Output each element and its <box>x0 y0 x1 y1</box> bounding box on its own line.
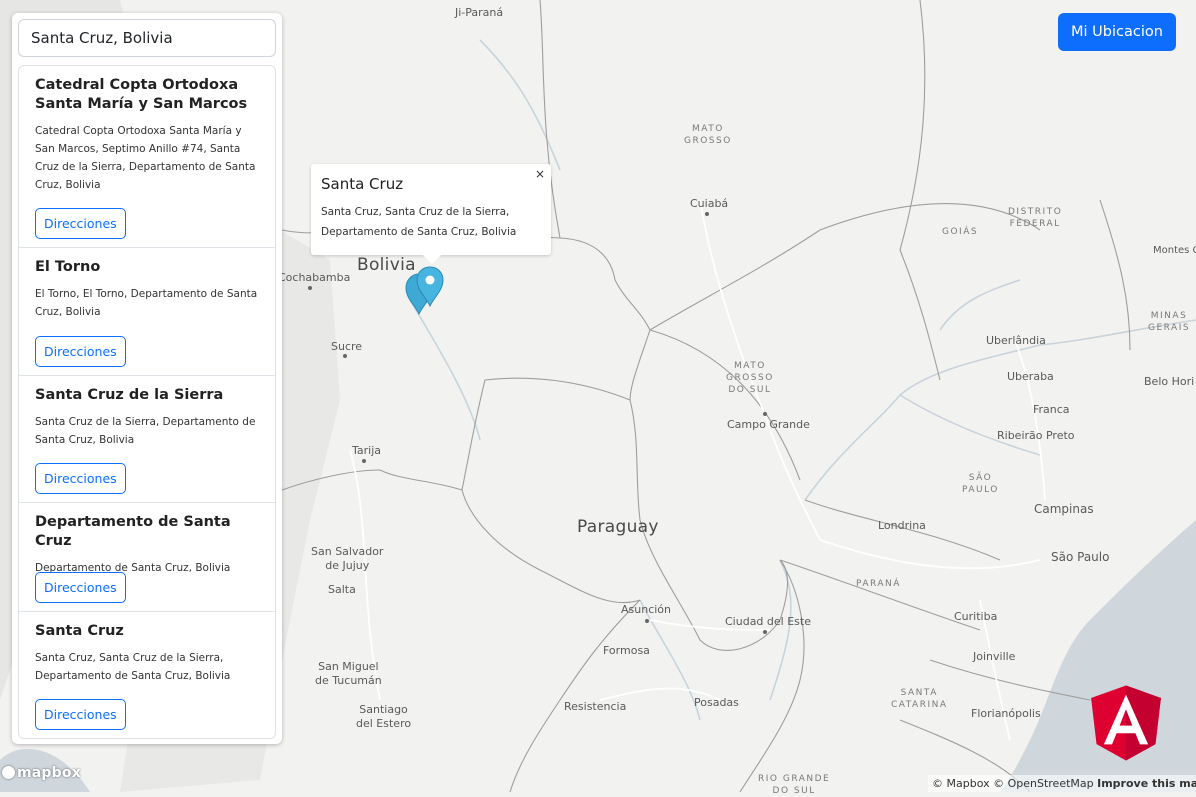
city-dot <box>362 459 366 463</box>
result-title: Santa Cruz de la Sierra <box>35 387 224 403</box>
result-title: Catedral Copta Ortodoxa Santa María y Sa… <box>35 77 248 112</box>
region-label: MINAS GERAIS <box>1148 311 1191 334</box>
region-label: MATO GROSSO DO SUL <box>726 361 774 396</box>
list-item: El Torno El Torno, El Torno, Departament… <box>19 248 275 376</box>
city-label: Ciudad del Este <box>725 615 811 628</box>
angular-logo-icon <box>1091 685 1161 761</box>
city-label: Asunción <box>621 603 672 616</box>
result-address: Santa Cruz de la Sierra, Departamento de… <box>35 416 256 446</box>
popup-address: Santa Cruz, Santa Cruz de la Sierra, Dep… <box>321 206 517 238</box>
city-dot <box>645 619 649 623</box>
result-address: Catedral Copta Ortodoxa Santa María y Sa… <box>35 125 256 191</box>
city-label: Montes C <box>1153 245 1196 256</box>
city-label: Salta <box>328 583 356 596</box>
region-label: PARANÁ <box>856 579 901 589</box>
city-label: San Salvador de Jujuy <box>311 545 384 572</box>
result-address: El Torno, El Torno, Departamento de Sant… <box>35 288 258 318</box>
city-dot <box>763 412 767 416</box>
region-label: RIO GRANDE DO SUL <box>758 774 831 797</box>
directions-button[interactable]: Direcciones <box>35 208 126 239</box>
city-label: Ribeirão Preto <box>997 429 1075 442</box>
result-title: El Torno <box>35 259 101 275</box>
directions-button[interactable]: Direcciones <box>35 463 126 494</box>
city-label: Resistencia <box>564 700 627 713</box>
directions-button[interactable]: Direcciones <box>35 336 126 367</box>
list-item: Catedral Copta Ortodoxa Santa María y Sa… <box>19 66 275 248</box>
result-address: Santa Cruz, Santa Cruz de la Sierra, Dep… <box>35 652 231 682</box>
city-label: Campo Grande <box>727 418 810 431</box>
city-label: Tarija <box>352 444 382 457</box>
city-label: Cochabamba <box>278 271 351 284</box>
attribution-mapbox-link[interactable]: © Mapbox <box>932 777 990 790</box>
region-label: DISTRITO FEDERAL <box>1008 207 1063 230</box>
city-label: Franca <box>1033 403 1070 416</box>
region-label: GOIÁS <box>942 227 979 237</box>
result-title: Santa Cruz <box>35 623 124 639</box>
mapbox-logo-text: mapbox <box>17 765 81 781</box>
city-dot <box>343 354 347 358</box>
city-label: Uberaba <box>1007 370 1054 383</box>
city-dot <box>763 630 767 634</box>
attribution-osm-link[interactable]: © OpenStreetMap <box>993 777 1094 790</box>
directions-button[interactable]: Direcciones <box>35 699 126 730</box>
location-marker[interactable] <box>404 266 448 318</box>
close-icon[interactable]: × <box>535 167 545 181</box>
city-label: Posadas <box>694 696 739 709</box>
city-label: Ji-Paraná <box>455 6 504 19</box>
my-location-button[interactable]: Mi Ubicacion <box>1058 13 1176 51</box>
city-label: Londrina <box>878 519 926 532</box>
city-dot <box>308 286 312 290</box>
city-label: San Miguel de Tucumán <box>315 660 382 687</box>
city-label: Santiago del Estero <box>356 703 412 730</box>
popup-title: Santa Cruz <box>321 175 404 193</box>
list-item: Departamento de Santa Cruz Departamento … <box>19 503 275 612</box>
city-label: Uberlândia <box>986 334 1046 347</box>
city-label: Florianópolis <box>971 707 1041 720</box>
list-item: Santa Cruz Santa Cruz, Santa Cruz de la … <box>19 612 275 738</box>
mapbox-icon <box>2 766 15 779</box>
city-label: Joinville <box>973 650 1016 663</box>
directions-button[interactable]: Direcciones <box>35 572 126 603</box>
mapbox-logo[interactable]: mapbox <box>2 765 81 781</box>
map-attribution: © Mapbox © OpenStreetMap Improve this ma… <box>928 775 1196 792</box>
city-dot <box>705 212 709 216</box>
city-label: Campinas <box>1034 502 1094 516</box>
city-label: Belo Hori <box>1144 375 1195 388</box>
region-label: MATO GROSSO <box>684 124 732 147</box>
city-label: São Paulo <box>1051 550 1110 564</box>
region-label: SANTA CATARINA <box>891 688 948 711</box>
list-item: Santa Cruz de la Sierra Santa Cruz de la… <box>19 376 275 503</box>
region-label: SÃO PAULO <box>962 473 999 496</box>
city-label: Curitiba <box>954 610 998 623</box>
improve-map-link[interactable]: Improve this map <box>1097 777 1196 790</box>
city-label: Cuiabá <box>690 197 729 210</box>
city-label: Formosa <box>603 644 650 657</box>
map-popup: Santa Cruz Santa Cruz, Santa Cruz de la … <box>311 164 551 264</box>
country-label: Paraguay <box>577 517 659 537</box>
search-input[interactable] <box>18 19 276 57</box>
results-list: Catedral Copta Ortodoxa Santa María y Sa… <box>18 65 276 739</box>
city-label: Sucre <box>331 340 363 353</box>
result-title: Departamento de Santa Cruz <box>35 514 231 549</box>
